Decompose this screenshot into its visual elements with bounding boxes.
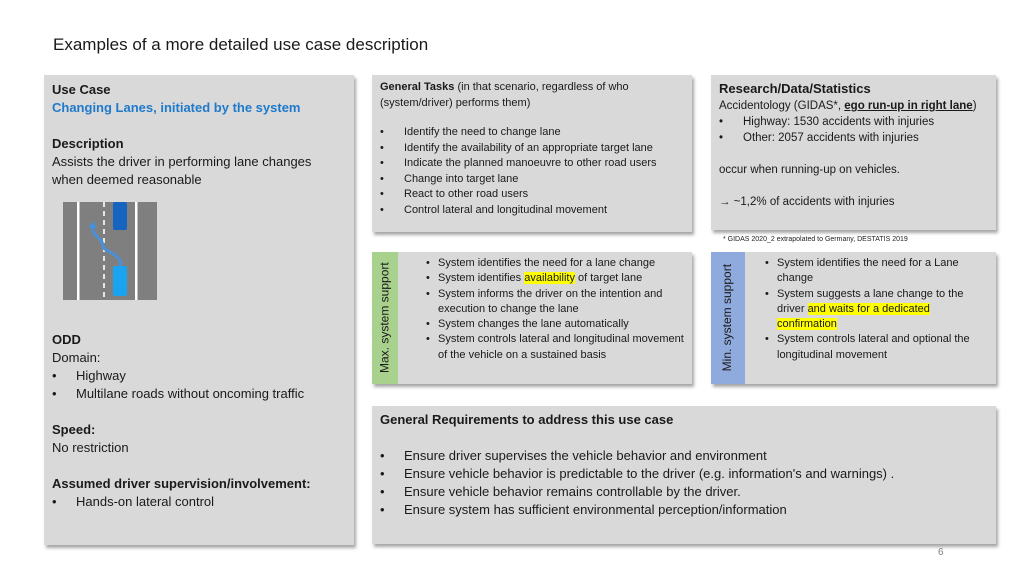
arrow-right-icon: → bbox=[719, 196, 731, 208]
general-requirements-panel: General Requirements to address this use… bbox=[372, 406, 996, 544]
odd-section: ODD Domain: • Highway • Multilane roads wi… bbox=[52, 331, 346, 511]
domain-label: Domain: bbox=[52, 350, 101, 365]
task-item: • React to other road users bbox=[380, 188, 529, 200]
use-case-panel: Use Case Changing Lanes, initiated by th… bbox=[44, 75, 354, 545]
stat-item: • Highway: 1530 accidents with injuries bbox=[719, 116, 935, 128]
footnote: * GIDAS 2020_2 extrapolated to Germany, … bbox=[723, 236, 908, 243]
accidentology-line: Accidentology (GIDAS*, ego run-up in rig… bbox=[719, 100, 977, 112]
max-support-list: System identifies the need for a lane ch… bbox=[424, 256, 686, 363]
min-system-support-panel: Min. system support System identifies th… bbox=[711, 252, 996, 384]
max-support-label: Max. system support bbox=[377, 262, 392, 374]
max-support-item: System informs the driver on the intenti… bbox=[424, 287, 686, 318]
requirement-item: • Ensure system has sufficient environmen… bbox=[380, 502, 787, 517]
requirement-item: • Ensure vehicle behavior remains control… bbox=[380, 484, 741, 499]
max-system-support-panel: Max. system support System identifies th… bbox=[372, 252, 692, 384]
task-item: • Control lateral and longitudinal moveme… bbox=[380, 203, 608, 216]
odd-heading: ODD bbox=[52, 332, 81, 347]
min-support-item: System identifies the need for a Lane ch… bbox=[763, 256, 990, 287]
min-support-label: Min. system support bbox=[720, 264, 735, 372]
page-number: 6 bbox=[938, 547, 944, 558]
task-item: • Identify the need to change lane bbox=[380, 126, 561, 138]
research-heading: Research/Data/Statistics bbox=[719, 81, 871, 96]
speed-heading: Speed: bbox=[52, 422, 96, 437]
requirement-item: • Ensure driver supervises the vehicle be… bbox=[380, 448, 767, 463]
task-item: • Indicate the planned manoeuvre to other… bbox=[380, 157, 657, 169]
stat-item: • Other: 2057 accidents with injuries bbox=[719, 132, 919, 144]
ego-vehicle bbox=[113, 266, 127, 296]
lane-change-illustration bbox=[63, 202, 157, 300]
description-heading: Description bbox=[52, 136, 124, 151]
max-support-item: System identifies availability of target… bbox=[424, 271, 686, 287]
domain-item: • Highway bbox=[52, 368, 126, 383]
general-tasks-panel: General Tasks (in that scenario, regardl… bbox=[372, 75, 692, 232]
max-support-label-bar: Max. system support bbox=[372, 252, 398, 384]
min-support-list: System identifies the need for a Lane ch… bbox=[763, 256, 990, 363]
general-tasks-heading: General Tasks bbox=[380, 81, 455, 93]
min-support-item: System controls lateral and optional the… bbox=[763, 332, 990, 363]
ego-run-up-link: ego run-up in right lane bbox=[844, 100, 973, 112]
lane-change-icon bbox=[63, 202, 157, 300]
slide-title: Examples of a more detailed use case des… bbox=[53, 35, 429, 54]
task-item: • Identify the availability of an appropr… bbox=[380, 141, 653, 154]
lane-edge-line bbox=[77, 202, 80, 300]
use-case-name: Changing Lanes, initiated by the system bbox=[52, 100, 301, 115]
description-text: Assists the driver in performing lane ch… bbox=[52, 154, 312, 187]
research-panel: Research/Data/Statistics Accidentology (… bbox=[711, 75, 996, 230]
occur-text: occur when running-up on vehicles. bbox=[719, 164, 900, 176]
min-support-label-bar: Min. system support bbox=[711, 252, 745, 384]
domain-item: • Multilane roads without oncoming traffi… bbox=[52, 386, 305, 401]
supervision-item: • Hands-on lateral control bbox=[52, 494, 215, 509]
min-support-item: System suggests a lane change to the dri… bbox=[763, 287, 990, 333]
max-support-item: System changes the lane automatically bbox=[424, 317, 686, 333]
supervision-heading: Assumed driver supervision/involvement: bbox=[52, 476, 311, 491]
share-line: → ~1,2% of accidents with injuries bbox=[719, 196, 895, 208]
use-case-heading: Use Case bbox=[52, 82, 111, 97]
lane-edge-line bbox=[135, 202, 138, 300]
max-support-item: System controls lateral and longitudinal… bbox=[424, 332, 686, 363]
requirements-heading: General Requirements to address this use… bbox=[380, 412, 674, 427]
max-support-item: System identifies the need for a lane ch… bbox=[424, 256, 686, 272]
requirement-item: • Ensure vehicle behavior is predictable … bbox=[380, 466, 895, 481]
task-item: • Change into target lane bbox=[380, 172, 519, 185]
highlight: availability bbox=[524, 272, 575, 285]
vehicle-ahead bbox=[113, 202, 127, 230]
speed-value: No restriction bbox=[52, 440, 129, 455]
